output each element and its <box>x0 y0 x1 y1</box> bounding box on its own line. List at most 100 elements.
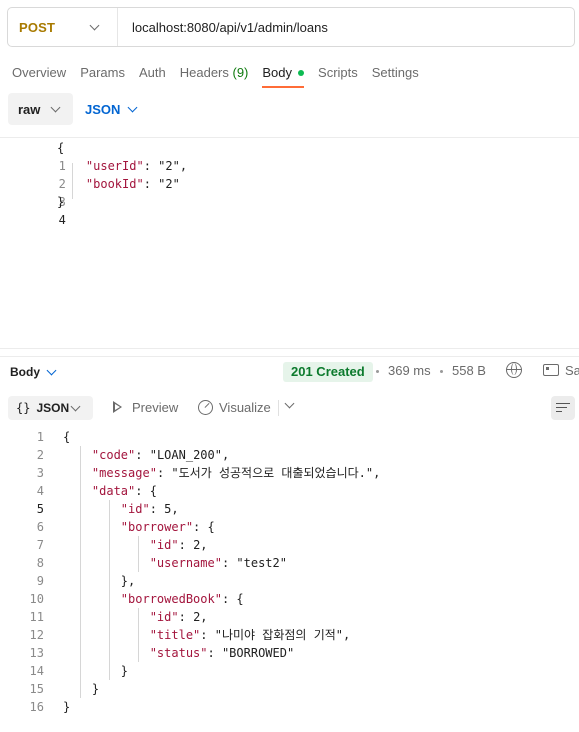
line-number: 3 <box>36 466 44 480</box>
code-text: { <box>57 141 65 155</box>
line-number: 6 <box>36 520 44 534</box>
response-format-dropdown[interactable]: {} JSON <box>8 396 93 420</box>
line-number: 12 <box>29 628 44 642</box>
code-line: 3 "bookId": "2" <box>0 175 180 209</box>
code-text: "id": 5, <box>120 502 179 516</box>
tab-headers[interactable]: Headers (9) <box>180 62 249 88</box>
line-number: 14 <box>29 664 44 678</box>
tab-label: Body <box>262 65 293 80</box>
code-line: 7 "id": 2, <box>0 536 208 554</box>
code-text: } <box>63 664 129 678</box>
tab-settings[interactable]: Settings <box>372 62 419 88</box>
tab-overview[interactable]: Overview <box>12 62 66 88</box>
code-line: 3 "message": "도서가 성공적으로 대출되었습니다.", <box>0 464 381 482</box>
code-line: 8 "username": "test2" <box>0 554 287 572</box>
save-response-icon[interactable] <box>543 364 559 376</box>
tab-label: Settings <box>371 65 419 80</box>
line-number: 8 <box>36 556 44 570</box>
code-line: 12 "title": "나미야 잡화점의 기적", <box>0 626 351 644</box>
code-line: 5 "id": 5, <box>0 500 179 518</box>
code-text: "bookId": "2" <box>85 177 180 191</box>
code-line: 1{ <box>0 139 66 173</box>
response-header: Body 201 Created 369 ms 558 B Sa <box>10 358 579 386</box>
save-response-label[interactable]: Sa <box>565 363 579 378</box>
code-text: } <box>57 195 65 209</box>
braces-icon: {} <box>16 401 31 415</box>
chevron-down-icon <box>50 102 61 113</box>
response-format-label: JSON <box>36 401 70 415</box>
chevron-down-icon <box>127 102 138 113</box>
code-line: 14 } <box>0 662 128 680</box>
request-body-editor[interactable]: 1{ 2 "userId": "2", 3 "bookId": "2" 4} <box>0 137 579 349</box>
tab-body[interactable]: Body <box>262 62 305 88</box>
code-text: "code": "LOAN_200", <box>91 448 230 462</box>
visualize-button[interactable]: Visualize <box>219 400 271 415</box>
url-input[interactable]: localhost:8080/api/v1/admin/loans <box>118 20 328 35</box>
code-line: 4} <box>0 193 66 227</box>
chevron-down-icon <box>89 20 100 31</box>
code-text: } <box>63 682 100 696</box>
code-line: 16} <box>0 698 71 716</box>
code-text: "userId": "2", <box>85 159 188 173</box>
code-line: 15 } <box>0 680 100 698</box>
tab-label: Overview <box>12 65 67 80</box>
line-number: 4 <box>36 484 44 498</box>
code-line: 13 "status": "BORROWED" <box>0 644 295 662</box>
line-number: 11 <box>29 610 44 624</box>
code-text: "id": 2, <box>149 538 208 552</box>
line-number: 13 <box>29 646 44 660</box>
code-line: 2 "code": "LOAN_200", <box>0 446 229 464</box>
tab-params[interactable]: Params <box>80 62 125 88</box>
line-number: 7 <box>36 538 44 552</box>
code-text: }, <box>63 574 136 588</box>
code-text: "username": "test2" <box>149 556 287 570</box>
visualize-icon[interactable] <box>198 400 213 415</box>
code-text: } <box>63 700 71 714</box>
code-line: 9 }, <box>0 572 135 590</box>
body-mode-label: raw <box>18 101 41 117</box>
chevron-down-icon[interactable] <box>284 398 295 409</box>
line-number: 5 <box>36 502 44 516</box>
body-dot-icon <box>298 69 305 76</box>
code-line: 6 "borrower": { <box>0 518 215 536</box>
line-number: 9 <box>36 574 44 588</box>
line-number: 2 <box>36 448 44 462</box>
tab-label: Params <box>80 65 125 80</box>
chevron-down-icon[interactable] <box>46 365 57 376</box>
tab-label: Scripts <box>318 65 358 80</box>
code-line: 1{ <box>0 428 70 446</box>
code-text: "message": "도서가 성공적으로 대출되었습니다.", <box>91 466 381 480</box>
tab-scripts[interactable]: Scripts <box>318 62 358 88</box>
body-language-label: JSON <box>85 101 121 117</box>
preview-play-icon[interactable] <box>113 401 122 413</box>
method-label: POST <box>19 19 56 35</box>
separator-dot <box>440 370 443 373</box>
code-text: "borrowedBook": { <box>120 592 244 606</box>
body-language-dropdown[interactable]: JSON <box>85 101 138 117</box>
line-number: 16 <box>29 700 44 714</box>
tab-auth[interactable]: Auth <box>139 62 166 88</box>
divider <box>278 400 279 416</box>
code-text: "id": 2, <box>149 610 208 624</box>
request-url-bar: POST localhost:8080/api/v1/admin/loans <box>7 7 575 47</box>
response-time[interactable]: 369 ms <box>388 363 431 378</box>
line-number: 15 <box>29 682 44 696</box>
code-text: { <box>63 430 71 444</box>
globe-icon[interactable] <box>506 362 522 378</box>
request-tabs: Overview Params Auth Headers (9) Body Sc… <box>12 62 433 88</box>
code-line: 10 "borrowedBook": { <box>0 590 244 608</box>
code-text: "borrower": { <box>120 520 215 534</box>
tab-label: Headers <box>179 65 229 80</box>
response-body-label[interactable]: Body <box>10 365 48 379</box>
response-size[interactable]: 558 B <box>452 363 486 378</box>
code-line: 2 "userId": "2", <box>0 157 187 191</box>
line-number: 4 <box>58 213 66 227</box>
line-number: 1 <box>36 430 44 444</box>
body-mode-dropdown[interactable]: raw <box>8 93 73 125</box>
code-line: 4 "data": { <box>0 482 157 500</box>
wrap-lines-icon[interactable] <box>551 396 575 420</box>
response-body-viewer[interactable]: 1{2 "code": "LOAN_200", 3 "message": "도서가… <box>0 428 579 723</box>
status-badge[interactable]: 201 Created <box>283 362 373 382</box>
method-selector[interactable]: POST <box>8 8 118 46</box>
preview-button[interactable]: Preview <box>132 400 178 415</box>
